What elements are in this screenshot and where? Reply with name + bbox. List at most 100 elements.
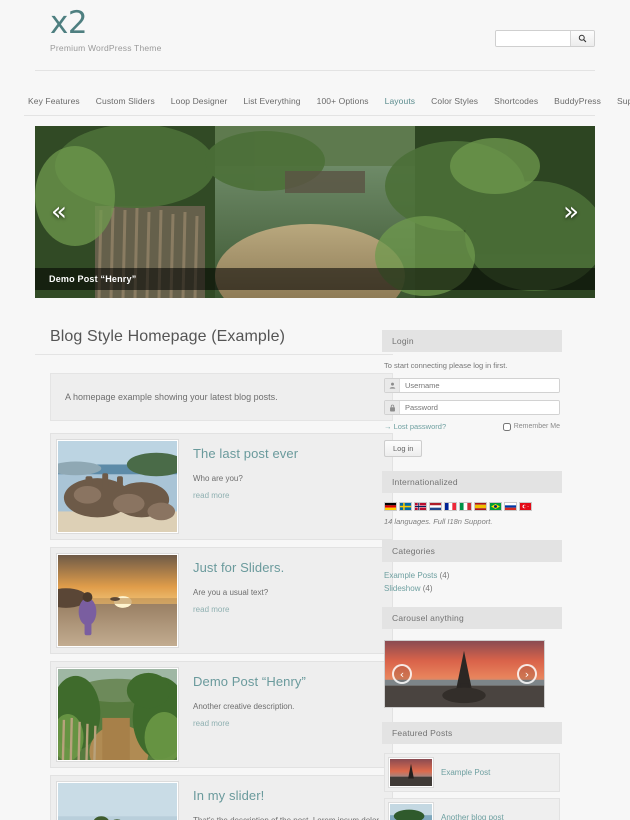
site-logo[interactable]: x2: [50, 6, 162, 40]
post-excerpt: Who are you?: [193, 474, 243, 483]
nav-item-key-features[interactable]: Key Features: [20, 96, 88, 106]
login-options-row: → Lost password? Remember Me: [384, 422, 560, 431]
carousel[interactable]: ‹ ›: [384, 640, 545, 708]
post-item-the-last-post-ever[interactable]: The last post ever Who are you? read mor…: [50, 433, 393, 540]
post-excerpt: Another creative description.: [193, 702, 295, 711]
login-hint: To start connecting please log in first.: [384, 361, 508, 370]
category-count: (4): [439, 571, 450, 580]
search-box[interactable]: [495, 30, 595, 47]
search-input[interactable]: [496, 31, 570, 46]
remember-me-toggle[interactable]: Remember Me: [502, 422, 560, 431]
flag-brazil[interactable]: [489, 502, 502, 511]
category-item-slideshow: Slideshow (4): [384, 584, 560, 593]
username-input[interactable]: [400, 379, 559, 392]
widget-login: Login To start connecting please log in …: [382, 330, 562, 457]
flag-turkey[interactable]: [519, 502, 532, 511]
nav-item-layouts[interactable]: Layouts: [377, 96, 423, 106]
post-thumbnail[interactable]: [56, 667, 179, 762]
slider-caption: Demo Post “Henry”: [35, 268, 595, 290]
carousel-next-arrow[interactable]: ›: [517, 664, 537, 684]
post-list: The last post ever Who are you? read mor…: [50, 433, 393, 820]
flag-sweden[interactable]: [399, 502, 412, 511]
post-item-just-for-sliders[interactable]: Just for Sliders. Are you a usual text? …: [50, 547, 393, 654]
flag-netherlands[interactable]: [429, 502, 442, 511]
post-item-demo-post-henry[interactable]: Demo Post “Henry” Another creative descr…: [50, 661, 393, 768]
content-area: Blog Style Homepage (Example) A homepage…: [0, 310, 630, 820]
post-body: Demo Post “Henry” Another creative descr…: [178, 668, 386, 761]
flag-list: [384, 502, 560, 511]
nav-list: Key Features Custom Sliders Loop Designe…: [0, 88, 630, 114]
widget-title-categories: Categories: [382, 540, 562, 562]
nav-divider: [24, 115, 595, 116]
password-field[interactable]: [384, 400, 560, 415]
logo-block[interactable]: x2 Premium WordPress Theme: [50, 6, 162, 53]
widget-carousel: Carousel anything ‹ ›: [382, 607, 562, 708]
flag-spain[interactable]: [474, 502, 487, 511]
login-body: To start connecting please log in first.: [382, 352, 562, 457]
category-item-example-posts: Example Posts (4): [384, 571, 560, 580]
categories-body: Example Posts (4) Slideshow (4): [382, 562, 562, 593]
read-more-link[interactable]: read more: [193, 491, 229, 500]
featured-title[interactable]: Example Post: [441, 768, 490, 777]
search-icon: [578, 34, 587, 43]
post-thumbnail[interactable]: [56, 439, 179, 534]
featured-item-example-post[interactable]: Example Post: [384, 753, 560, 792]
header-divider: [35, 70, 595, 71]
slider-next-arrow[interactable]: »: [563, 199, 579, 225]
post-thumbnail[interactable]: [56, 553, 179, 648]
username-field[interactable]: [384, 378, 560, 393]
carousel-prev-arrow[interactable]: ‹: [392, 664, 412, 684]
post-body: Just for Sliders. Are you a usual text? …: [178, 554, 386, 647]
post-thumbnail[interactable]: [56, 781, 179, 820]
read-more-link[interactable]: read more: [193, 719, 229, 728]
flag-france[interactable]: [444, 502, 457, 511]
post-title[interactable]: Just for Sliders.: [193, 560, 386, 575]
read-more-link[interactable]: read more: [193, 605, 229, 614]
jungle-path-photo: [58, 669, 177, 760]
category-link[interactable]: Example Posts: [384, 571, 437, 580]
remember-me-checkbox[interactable]: [502, 422, 511, 431]
widget-title-login: Login: [382, 330, 562, 352]
nav-item-color-styles[interactable]: Color Styles: [423, 96, 486, 106]
nav-item-loop-designer[interactable]: Loop Designer: [163, 96, 236, 106]
hero-slider[interactable]: « » Demo Post “Henry”: [35, 126, 595, 298]
featured-item-another-blog-post[interactable]: Another blog post: [384, 798, 560, 820]
password-input[interactable]: [400, 401, 559, 414]
user-icon: [385, 379, 400, 392]
nav-item-100-options[interactable]: 100+ Options: [309, 96, 377, 106]
page-root: x2 Premium WordPress Theme Key Features …: [0, 0, 630, 820]
sunset-beach-photo: [58, 555, 177, 646]
slider-prev-arrow[interactable]: «: [51, 199, 67, 225]
widget-title-internationalized: Internationalized: [382, 471, 562, 493]
post-item-in-my-slider[interactable]: In my slider! That's the description of …: [50, 775, 393, 820]
post-title[interactable]: Demo Post “Henry”: [193, 674, 386, 689]
post-title[interactable]: In my slider!: [193, 788, 386, 803]
widget-title-carousel: Carousel anything: [382, 607, 562, 629]
featured-thumbnail: [388, 802, 434, 820]
widget-internationalized: Internationalized 14 languages. Full I18…: [382, 471, 562, 526]
category-list: Example Posts (4) Slideshow (4): [384, 571, 560, 593]
featured-title[interactable]: Another blog post: [441, 813, 504, 820]
nav-item-custom-sliders[interactable]: Custom Sliders: [88, 96, 163, 106]
nav-item-shortcodes[interactable]: Shortcodes: [486, 96, 546, 106]
flag-russia[interactable]: [504, 502, 517, 511]
category-link[interactable]: Slideshow: [384, 584, 420, 593]
site-header: x2 Premium WordPress Theme: [0, 0, 630, 88]
category-count: (4): [422, 584, 433, 593]
featured-body: Example Post Another blog post: [382, 744, 562, 820]
search-button[interactable]: [570, 31, 594, 46]
nav-item-buddypress[interactable]: BuddyPress: [546, 96, 609, 106]
widget-categories: Categories Example Posts (4) Slideshow (…: [382, 540, 562, 593]
flag-norway[interactable]: [414, 502, 427, 511]
nav-item-list-everything[interactable]: List Everything: [235, 96, 308, 106]
login-submit-button[interactable]: Log in: [384, 440, 423, 457]
site-tagline: Premium WordPress Theme: [50, 43, 162, 53]
flag-italy[interactable]: [459, 502, 472, 511]
flag-germany[interactable]: [384, 502, 397, 511]
lost-password-link[interactable]: → Lost password?: [384, 422, 446, 431]
main-navigation: Key Features Custom Sliders Loop Designe…: [0, 88, 630, 116]
post-body: The last post ever Who are you? read mor…: [178, 440, 386, 533]
island-beach-photo: [390, 804, 432, 820]
post-title[interactable]: The last post ever: [193, 446, 386, 461]
nav-item-support[interactable]: Support: [609, 96, 630, 106]
